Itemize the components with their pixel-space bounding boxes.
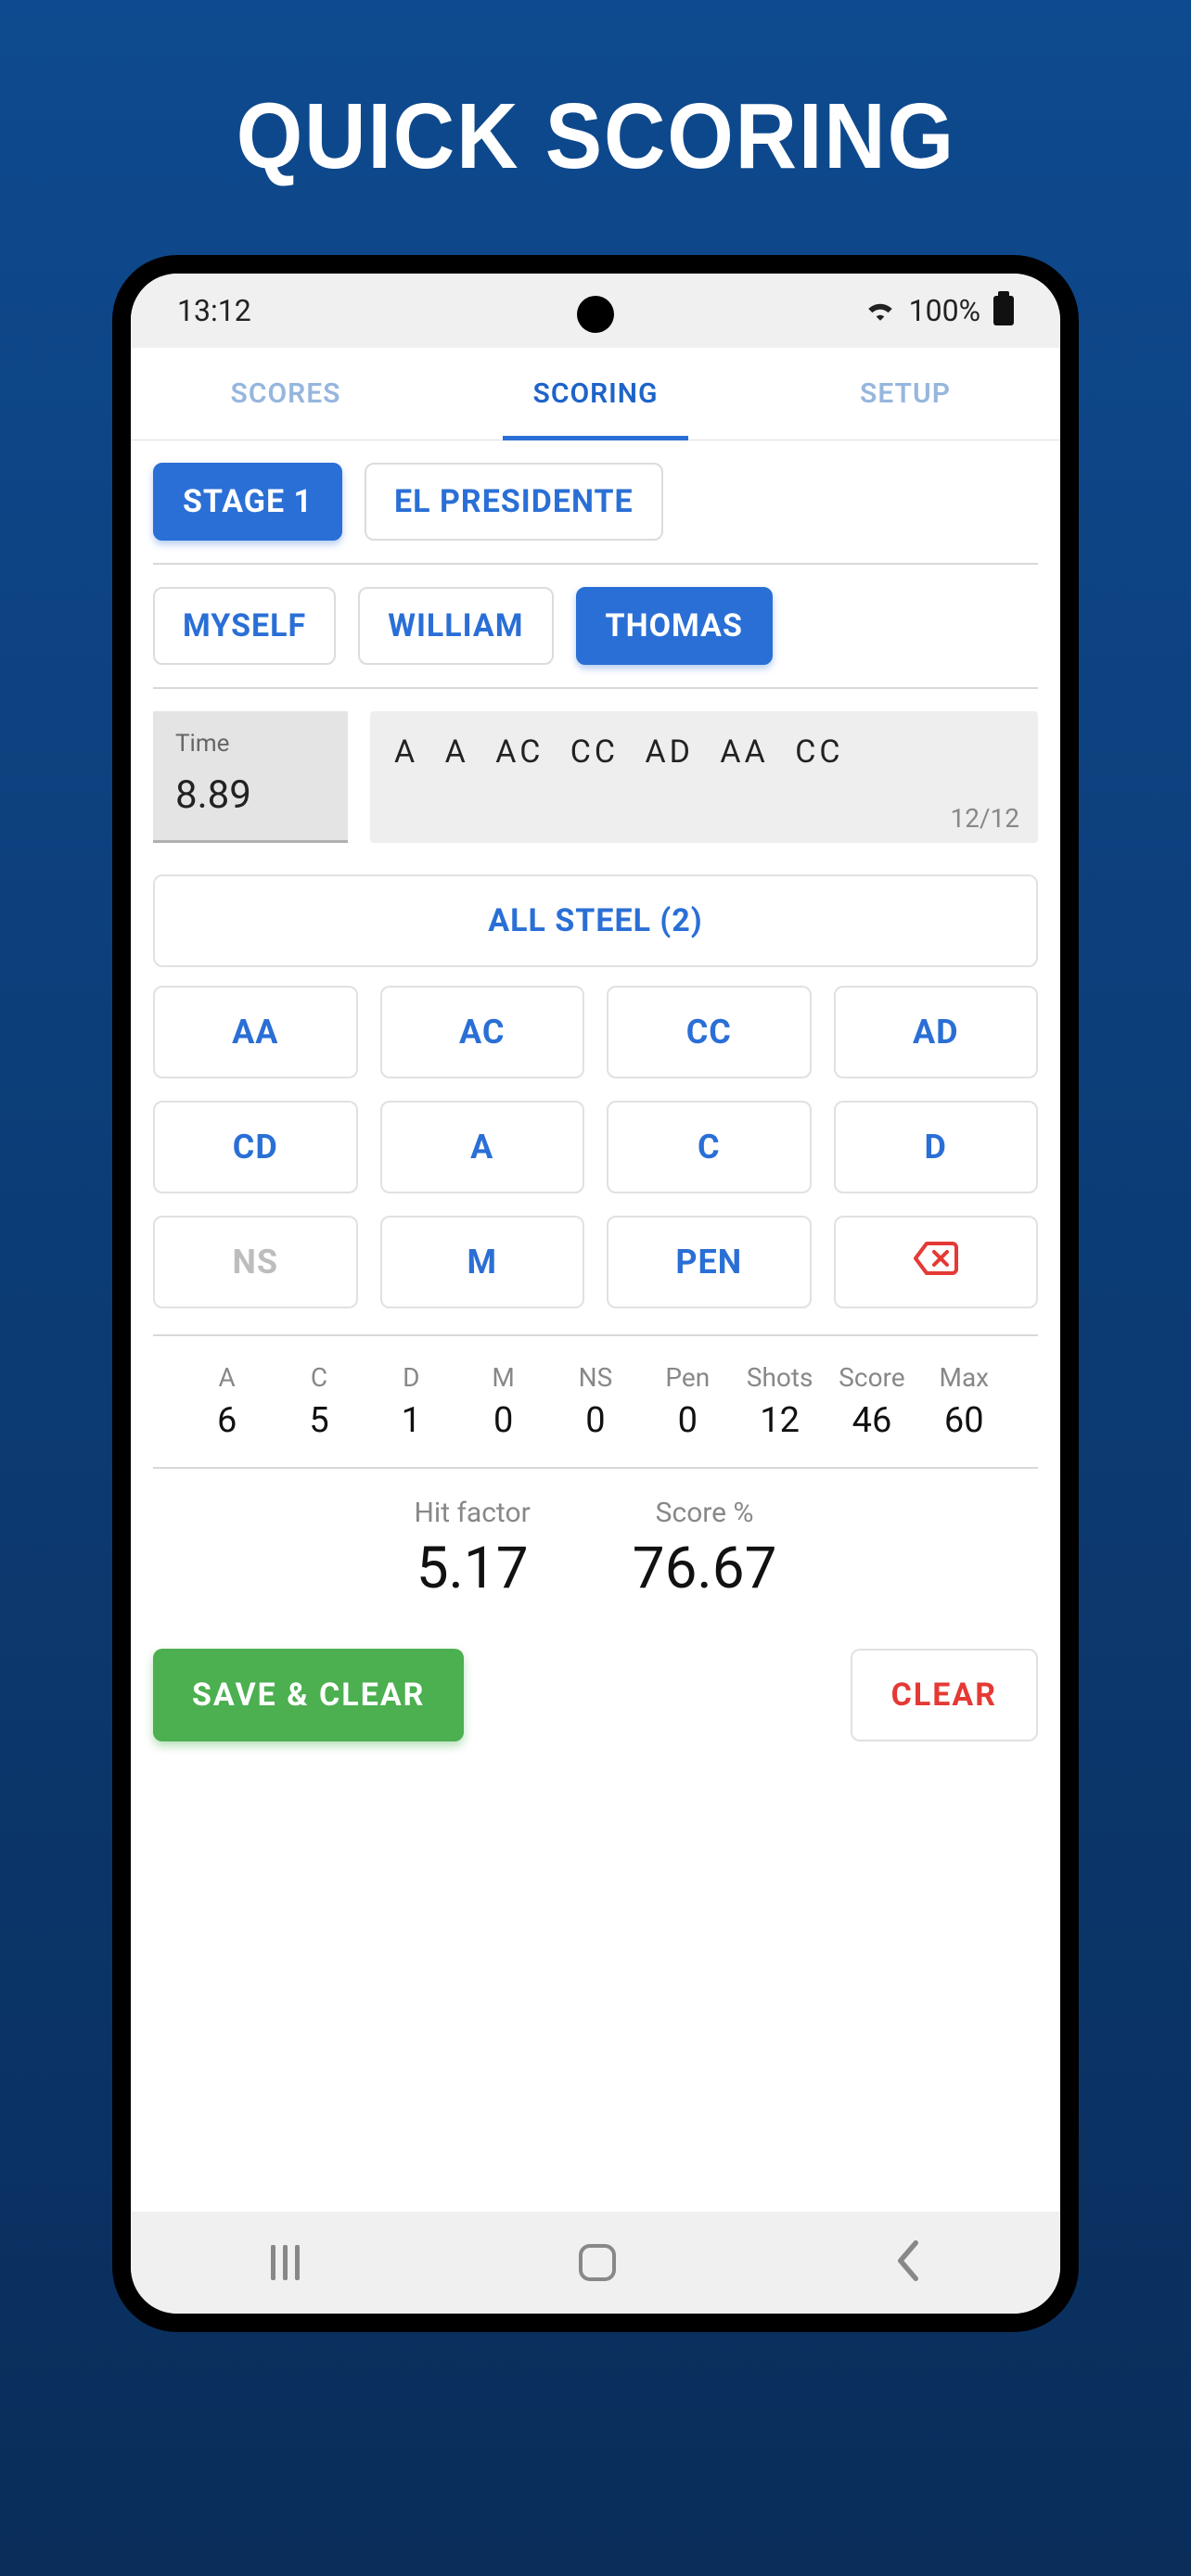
- hit-factor-value: 5.17: [415, 1535, 531, 1602]
- hits-count: 12/12: [951, 803, 1020, 834]
- score-pct-label: Score %: [633, 1497, 777, 1529]
- clear-button[interactable]: CLEAR: [851, 1649, 1038, 1741]
- status-bar: 13:12 100%: [131, 274, 1060, 348]
- stat-shots-value: 12: [734, 1400, 826, 1441]
- tab-scoring[interactable]: SCORING: [441, 348, 750, 440]
- android-nav-bar: [131, 2212, 1060, 2314]
- screen: 13:12 100% SCORES SCORING SETUP STAGE 1 …: [131, 274, 1060, 2314]
- stat-a-label: A: [181, 1362, 273, 1393]
- stat-max-label: Max: [918, 1362, 1010, 1393]
- key-pen[interactable]: PEN: [607, 1216, 812, 1308]
- key-c[interactable]: C: [607, 1101, 812, 1193]
- nav-home-icon[interactable]: [579, 2244, 616, 2281]
- stat-m-value: 0: [457, 1400, 549, 1441]
- stat-score-label: Score: [826, 1362, 917, 1393]
- stat-c-value: 5: [273, 1400, 365, 1441]
- stage-chip[interactable]: STAGE 1: [153, 463, 342, 541]
- stat-d-label: D: [365, 1362, 457, 1393]
- stat-a-value: 6: [181, 1400, 273, 1441]
- key-aa[interactable]: AA: [153, 986, 358, 1078]
- shooter-thomas[interactable]: THOMAS: [576, 587, 773, 665]
- status-battery-text: 100%: [909, 293, 980, 328]
- time-box[interactable]: Time 8.89: [153, 711, 348, 843]
- key-cc[interactable]: CC: [607, 986, 812, 1078]
- score-pct-value: 76.67: [633, 1535, 777, 1602]
- page-title: QUICK SCORING: [236, 83, 954, 190]
- stat-ns-label: NS: [549, 1362, 641, 1393]
- camera-notch: [577, 296, 614, 333]
- tab-setup[interactable]: SETUP: [750, 348, 1060, 440]
- phone-frame: 13:12 100% SCORES SCORING SETUP STAGE 1 …: [112, 255, 1079, 2332]
- hits-sequence: A A AC CC AD AA CC: [394, 733, 1014, 771]
- key-cd[interactable]: CD: [153, 1101, 358, 1193]
- nav-back-icon[interactable]: [895, 2240, 921, 2285]
- key-ns[interactable]: NS: [153, 1216, 358, 1308]
- shooter-myself[interactable]: MYSELF: [153, 587, 336, 665]
- time-label: Time: [175, 730, 326, 758]
- stat-score-value: 46: [826, 1400, 917, 1441]
- wifi-icon: [864, 293, 896, 328]
- hit-factor-label: Hit factor: [415, 1497, 531, 1529]
- stat-pen-label: Pen: [642, 1362, 734, 1393]
- stat-c-label: C: [273, 1362, 365, 1393]
- stat-pen-value: 0: [642, 1400, 734, 1441]
- battery-icon: [993, 296, 1014, 325]
- stat-max-value: 60: [918, 1400, 1010, 1441]
- tab-scores[interactable]: SCORES: [131, 348, 441, 440]
- key-backspace[interactable]: [834, 1216, 1039, 1308]
- time-value: 8.89: [175, 772, 326, 818]
- stats-row: A6 C5 D1 M0 NS0 Pen0 Shots12 Score46 Max…: [153, 1336, 1038, 1469]
- tabs: SCORES SCORING SETUP: [131, 348, 1060, 440]
- stat-m-label: M: [457, 1362, 549, 1393]
- hits-box: A A AC CC AD AA CC 12/12: [370, 711, 1038, 843]
- shooter-william[interactable]: WILLIAM: [358, 587, 553, 665]
- key-m[interactable]: M: [380, 1216, 585, 1308]
- save-clear-button[interactable]: SAVE & CLEAR: [153, 1649, 464, 1741]
- key-a[interactable]: A: [380, 1101, 585, 1193]
- stat-ns-value: 0: [549, 1400, 641, 1441]
- keypad: AA AC CC AD CD A C D NS M PEN: [153, 986, 1038, 1336]
- factor-row: Hit factor 5.17 Score % 76.67: [153, 1469, 1038, 1639]
- stat-shots-label: Shots: [734, 1362, 826, 1393]
- nav-recent-icon[interactable]: [271, 2245, 300, 2280]
- stage-name-chip[interactable]: EL PRESIDENTE: [365, 463, 663, 541]
- stat-d-value: 1: [365, 1400, 457, 1441]
- backspace-icon: [914, 1242, 958, 1283]
- status-time: 13:12: [177, 293, 251, 328]
- key-ad[interactable]: AD: [834, 986, 1039, 1078]
- key-ac[interactable]: AC: [380, 986, 585, 1078]
- key-d[interactable]: D: [834, 1101, 1039, 1193]
- all-steel-button[interactable]: ALL STEEL (2): [153, 874, 1038, 967]
